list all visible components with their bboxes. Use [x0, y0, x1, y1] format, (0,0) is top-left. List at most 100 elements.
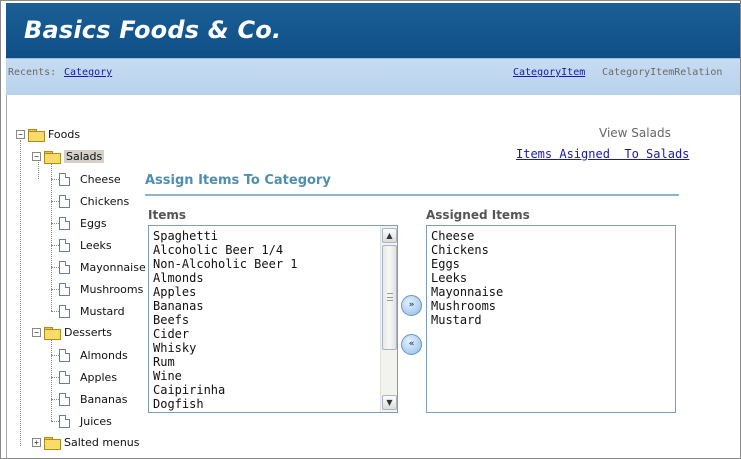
list-item[interactable]: Mayonnaise — [427, 285, 503, 299]
list-item[interactable]: Rum — [149, 355, 298, 369]
scrollbar-thumb[interactable] — [382, 245, 397, 350]
tree-node-label[interactable]: Desserts — [64, 326, 112, 339]
recent-link-categoryitem[interactable]: CategoryItem — [513, 67, 585, 78]
tree-leaf-item[interactable]: Mayonnaise — [59, 259, 146, 275]
document-icon — [59, 282, 70, 296]
app-header: Basics Foods & Co. — [6, 3, 740, 58]
assigned-list-caption: Assigned Items — [426, 208, 530, 222]
tree-connector — [51, 201, 59, 202]
recents-bar: Recents: Category CategoryItem CategoryI… — [6, 58, 740, 95]
tree-node-salads[interactable]: − Salads — [32, 148, 105, 164]
tree-leaf-label[interactable]: Juices — [80, 415, 112, 428]
tree-connector — [51, 245, 59, 246]
view-title: View Salads — [599, 126, 671, 140]
tree-connector — [51, 311, 59, 312]
tree-leaf-label[interactable]: Mayonnaise — [80, 261, 146, 274]
list-item[interactable]: Chickens — [427, 243, 503, 257]
assigned-options: Cheese Chickens Eggs Leeks Mayonnaise Mu… — [427, 229, 503, 327]
document-icon — [59, 304, 70, 318]
list-item[interactable]: Cheese — [427, 229, 503, 243]
items-listbox[interactable]: Spaghetti Alcoholic Beer 1/4 Non-Alcohol… — [148, 225, 398, 413]
tree-connector — [20, 140, 21, 446]
document-icon — [59, 216, 70, 230]
list-item[interactable]: Eggs — [427, 257, 503, 271]
tree-leaf-label[interactable]: Apples — [80, 371, 117, 384]
list-item[interactable]: Apples — [149, 285, 298, 299]
document-icon — [59, 238, 70, 252]
list-item[interactable]: Almonds — [149, 271, 298, 285]
list-item[interactable]: Wine — [149, 369, 298, 383]
items-assigned-link[interactable]: Items Asigned To Salads — [516, 147, 689, 161]
grip-icon — [387, 293, 393, 301]
tree-node-salted-menus[interactable]: + Salted menus — [32, 434, 140, 450]
list-item[interactable]: Cider — [149, 327, 298, 341]
tree-leaf-item[interactable]: Cheese — [59, 171, 121, 187]
tree-leaf-item[interactable]: Eggs — [59, 215, 107, 231]
tree-node-label[interactable]: Foods — [48, 128, 80, 141]
tree-node-label[interactable]: Salted menus — [64, 436, 140, 449]
tree-leaf-label[interactable]: Leeks — [80, 239, 112, 252]
tree-leaf-item[interactable]: Apples — [59, 369, 117, 385]
tree-leaf-item[interactable]: Chickens — [59, 193, 129, 209]
tree-leaf-item[interactable]: Juices — [59, 413, 112, 429]
folder-icon — [44, 326, 61, 340]
tree-leaf-label[interactable]: Mustard — [80, 305, 125, 318]
assigned-items-listbox[interactable]: Cheese Chickens Eggs Leeks Mayonnaise Mu… — [426, 225, 676, 413]
tree-connector — [51, 339, 52, 421]
tree-leaf-item[interactable]: Almonds — [59, 347, 128, 363]
tree-leaf-item[interactable]: Mushrooms — [59, 281, 143, 297]
tree-leaf-label[interactable]: Cheese — [80, 173, 121, 186]
tree-node-desserts[interactable]: − Desserts — [32, 324, 112, 340]
folder-icon — [28, 128, 45, 142]
tree-connector — [51, 289, 59, 290]
collapse-toggle-icon[interactable]: − — [32, 327, 41, 337]
app-window: Basics Foods & Co. Recents: Category Cat… — [0, 0, 741, 459]
list-item[interactable]: Dogfish — [149, 397, 298, 411]
list-item[interactable]: Bananas — [149, 299, 298, 313]
left-divider — [6, 95, 7, 458]
recent-current-page: CategoryItemRelation — [602, 67, 723, 78]
items-list-caption: Items — [148, 208, 186, 222]
scroll-down-arrow-icon[interactable]: ▼ — [382, 395, 397, 410]
folder-icon — [44, 150, 61, 164]
recent-link-category[interactable]: Category — [64, 67, 112, 78]
document-icon — [59, 260, 70, 274]
double-chevron-right-icon[interactable]: » — [401, 295, 422, 316]
list-item[interactable]: Mustard — [427, 313, 503, 327]
document-icon — [59, 370, 70, 384]
list-item[interactable]: Alcoholic Beer 1/4 — [149, 243, 298, 257]
scroll-up-arrow-icon[interactable]: ▲ — [382, 228, 397, 243]
tree-leaf-label[interactable]: Bananas — [80, 393, 127, 406]
tree-leaf-label[interactable]: Eggs — [80, 217, 107, 230]
tree-connector — [38, 162, 39, 179]
tree-connector — [51, 355, 59, 356]
tree-leaf-item[interactable]: Bananas — [59, 391, 127, 407]
document-icon — [59, 172, 70, 186]
list-item[interactable]: Non-Alcoholic Beer 1 — [149, 257, 298, 271]
section-divider — [145, 194, 679, 196]
collapse-toggle-icon[interactable]: − — [32, 151, 41, 161]
list-item[interactable]: Mushrooms — [427, 299, 503, 313]
list-item[interactable]: Caipirinha — [149, 383, 298, 397]
list-item[interactable]: Whisky — [149, 341, 298, 355]
tree-leaf-label[interactable]: Mushrooms — [80, 283, 143, 296]
section-title: Assign Items To Category — [145, 173, 331, 188]
list-item[interactable]: Leeks — [427, 271, 503, 285]
tree-connector — [51, 399, 59, 400]
collapse-toggle-icon[interactable]: − — [16, 129, 25, 139]
tree-leaf-item[interactable]: Leeks — [59, 237, 112, 253]
tree-node-foods[interactable]: − Foods — [16, 126, 80, 142]
recents-label: Recents: — [8, 67, 57, 78]
list-item[interactable]: Spaghetti — [149, 229, 298, 243]
tree-leaf-label[interactable]: Almonds — [80, 349, 128, 362]
document-icon — [59, 392, 70, 406]
expand-toggle-icon[interactable]: + — [32, 437, 41, 447]
tree-node-label[interactable]: Salads — [64, 149, 105, 163]
tree-leaf-item[interactable]: Mustard — [59, 303, 125, 319]
items-scrollbar[interactable]: ▲ ▼ — [380, 226, 397, 412]
double-chevron-left-icon[interactable]: « — [401, 334, 422, 355]
tree-leaf-label[interactable]: Chickens — [80, 195, 129, 208]
document-icon — [59, 348, 70, 362]
list-item[interactable]: Beefs — [149, 313, 298, 327]
tree-connector — [51, 179, 59, 180]
